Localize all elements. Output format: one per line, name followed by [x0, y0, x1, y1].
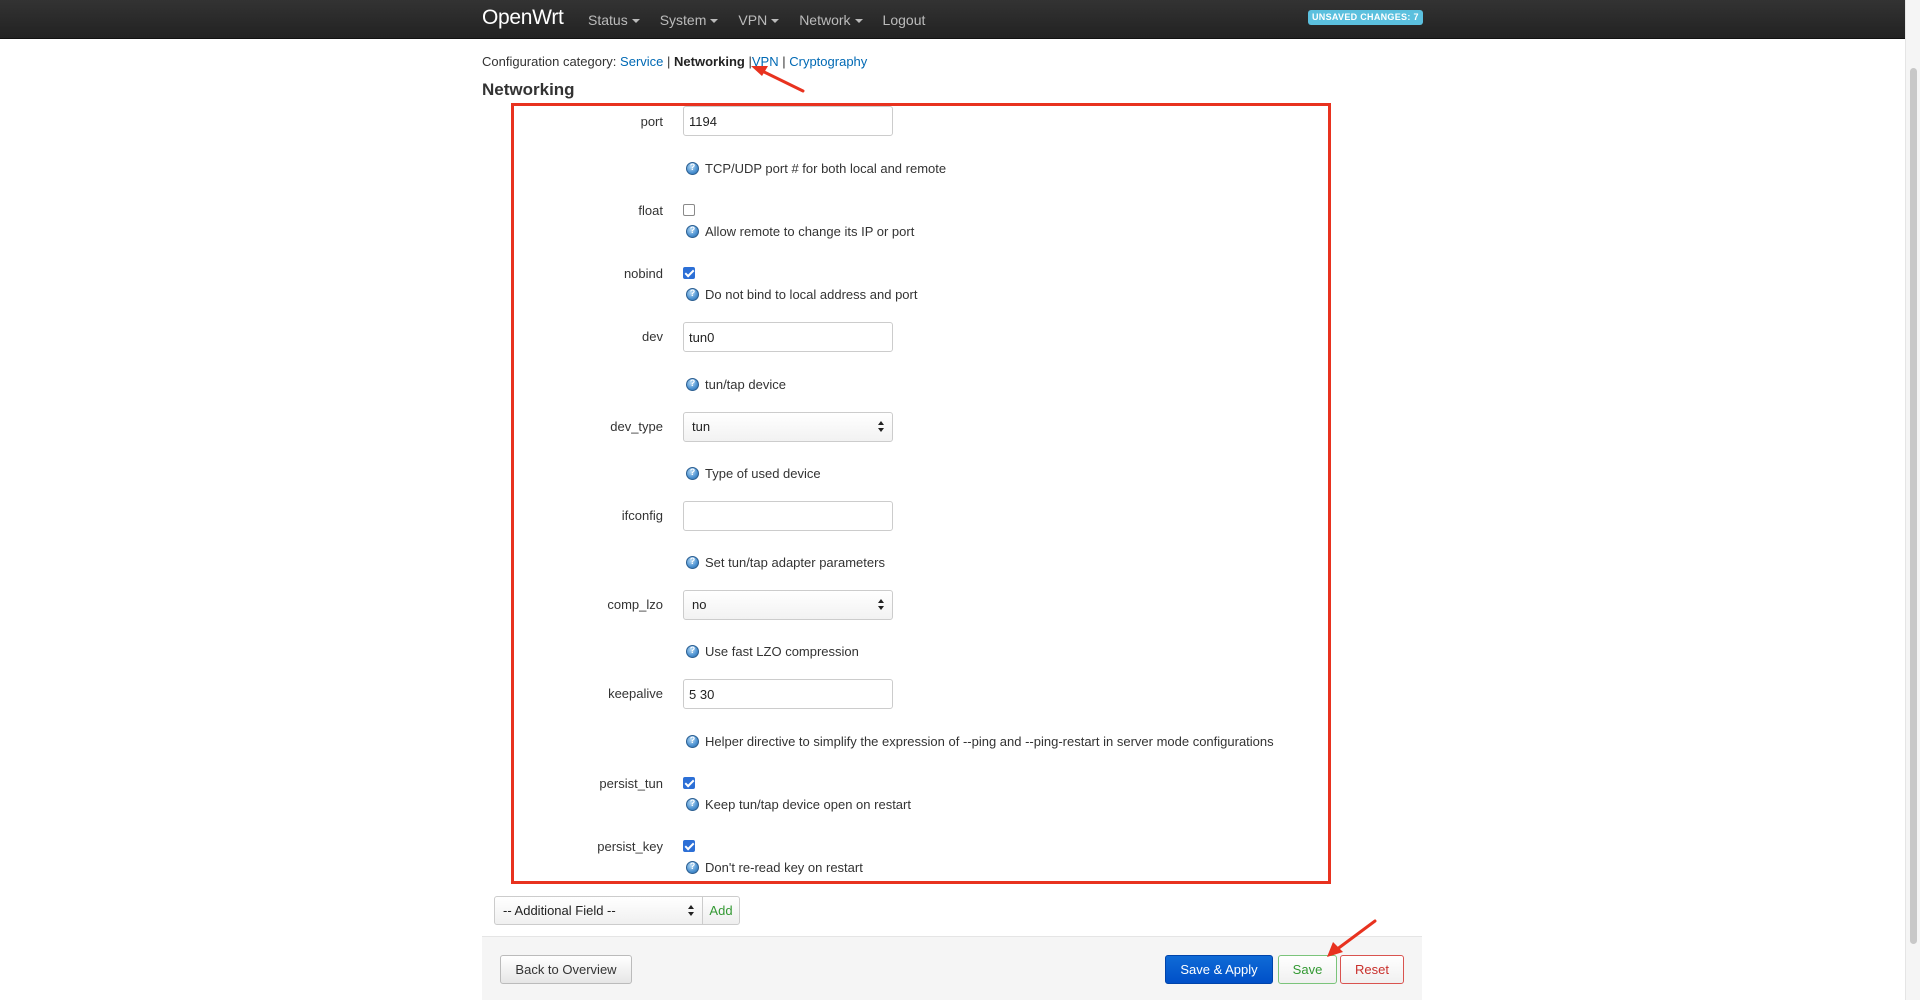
help-icon [686, 861, 699, 874]
save-and-apply-button[interactable]: Save & Apply [1165, 955, 1273, 984]
help-icon [686, 735, 699, 748]
chevron-down-icon [631, 18, 640, 23]
help-keepalive: Helper directive to simplify the express… [686, 734, 1274, 749]
help-icon [686, 225, 699, 238]
menu-system[interactable]: System [660, 12, 719, 28]
field-label-comp-lzo: comp_lzo [607, 597, 663, 612]
persist-key-checkbox[interactable] [683, 840, 695, 852]
help-text-ifconfig: Set tun/tap adapter parameters [705, 555, 885, 570]
annotation-highlight-box [511, 103, 1331, 884]
menu-logout[interactable]: Logout [883, 12, 926, 28]
select-arrows-icon [878, 421, 886, 433]
chevron-down-icon [771, 18, 780, 23]
field-label-nobind: nobind [623, 266, 663, 281]
field-label-keepalive: keepalive [608, 686, 663, 701]
additional-field-placeholder: -- Additional Field -- [503, 903, 616, 918]
main-menu: Status System VPN Network Logout [588, 0, 945, 39]
select-arrows-icon [878, 599, 886, 611]
category-prefix: Configuration category: [482, 54, 617, 69]
category-link-service[interactable]: Service [620, 54, 663, 69]
port-input[interactable] [683, 106, 893, 136]
menu-vpn[interactable]: VPN [738, 11, 780, 28]
top-navbar: OpenWrt Status System VPN Network Logout… [0, 0, 1905, 39]
comp-lzo-selected-value: no [692, 597, 707, 612]
help-text-persist-tun: Keep tun/tap device open on restart [705, 797, 911, 812]
field-label-persist-tun: persist_tun [599, 776, 663, 791]
menu-status[interactable]: Status [588, 12, 640, 28]
section-title: Networking [482, 80, 575, 99]
category-separator: | [782, 54, 786, 69]
float-checkbox[interactable] [683, 204, 695, 216]
save-button[interactable]: Save [1278, 955, 1337, 984]
unsaved-changes-badge[interactable]: UNSAVED CHANGES: 7 [1308, 10, 1423, 25]
help-icon [686, 467, 699, 480]
dev-type-select[interactable]: tun [683, 412, 893, 442]
help-text-dev-type: Type of used device [705, 466, 821, 481]
comp-lzo-select[interactable]: no [683, 590, 893, 620]
field-label-ifconfig: ifconfig [621, 508, 663, 523]
help-text-port: TCP/UDP port # for both local and remote [705, 161, 947, 176]
keepalive-input[interactable] [683, 679, 893, 709]
nobind-checkbox[interactable] [683, 267, 695, 279]
category-link-vpn[interactable]: VPN [752, 54, 779, 69]
help-dev: tun/tap device [686, 377, 786, 392]
help-text-keepalive: Helper directive to simplify the express… [705, 734, 1274, 749]
help-icon [686, 378, 699, 391]
field-label-dev-type: dev_type [610, 419, 663, 434]
help-text-float: Allow remote to change its IP or port [705, 224, 915, 239]
chevron-down-icon [710, 18, 719, 23]
help-icon [686, 645, 699, 658]
help-float: Allow remote to change its IP or port [686, 224, 914, 239]
field-label-persist-key: persist_key [597, 839, 663, 854]
help-text-persist-key: Don't re-read key on restart [705, 860, 863, 875]
page-scrollbar[interactable] [1905, 0, 1920, 1000]
category-active-networking: Networking [674, 54, 745, 69]
menu-system-label: System [659, 11, 707, 28]
back-to-overview-button[interactable]: Back to Overview [500, 955, 632, 984]
ifconfig-input[interactable] [683, 501, 893, 531]
reset-button[interactable]: Reset [1340, 955, 1404, 984]
help-persist-key: Don't re-read key on restart [686, 860, 863, 875]
help-text-dev: tun/tap device [705, 377, 786, 392]
help-port: TCP/UDP port # for both local and remote [686, 161, 946, 176]
help-persist-tun: Keep tun/tap device open on restart [686, 797, 911, 812]
additional-field-select[interactable]: -- Additional Field -- [494, 896, 703, 925]
help-icon [686, 556, 699, 569]
help-dev-type: Type of used device [686, 466, 821, 481]
arrow-to-vpn-link [751, 66, 805, 93]
menu-network[interactable]: Network [799, 11, 863, 28]
menu-logout-label: Logout [882, 11, 926, 28]
persist-tun-checkbox[interactable] [683, 777, 695, 789]
help-icon [686, 798, 699, 811]
dev-type-selected-value: tun [692, 419, 711, 434]
help-text-comp-lzo: Use fast LZO compression [705, 644, 859, 659]
field-label-port: port [640, 114, 663, 129]
help-icon [686, 288, 699, 301]
chevron-down-icon [854, 18, 863, 23]
help-comp-lzo: Use fast LZO compression [686, 644, 859, 659]
category-separator: | [667, 54, 671, 69]
category-link-cryptography[interactable]: Cryptography [789, 54, 867, 69]
add-field-button[interactable]: Add [702, 896, 740, 925]
scrollbar-thumb[interactable] [1910, 68, 1917, 944]
select-arrows-icon [688, 905, 696, 917]
help-text-nobind: Do not bind to local address and port [705, 287, 918, 302]
help-icon [686, 162, 699, 175]
menu-network-label: Network [799, 11, 851, 28]
field-label-float: float [638, 203, 663, 218]
config-category-nav: Configuration category: Service | Networ… [482, 54, 867, 69]
form-actions-bar: Back to Overview Save & Apply Save Reset [482, 936, 1422, 1000]
help-ifconfig: Set tun/tap adapter parameters [686, 555, 885, 570]
menu-vpn-label: VPN [738, 11, 768, 28]
help-nobind: Do not bind to local address and port [686, 287, 917, 302]
brand-logo[interactable]: OpenWrt [482, 6, 564, 30]
menu-status-label: Status [588, 11, 628, 28]
dev-input[interactable] [683, 322, 893, 352]
field-label-dev: dev [642, 329, 663, 344]
